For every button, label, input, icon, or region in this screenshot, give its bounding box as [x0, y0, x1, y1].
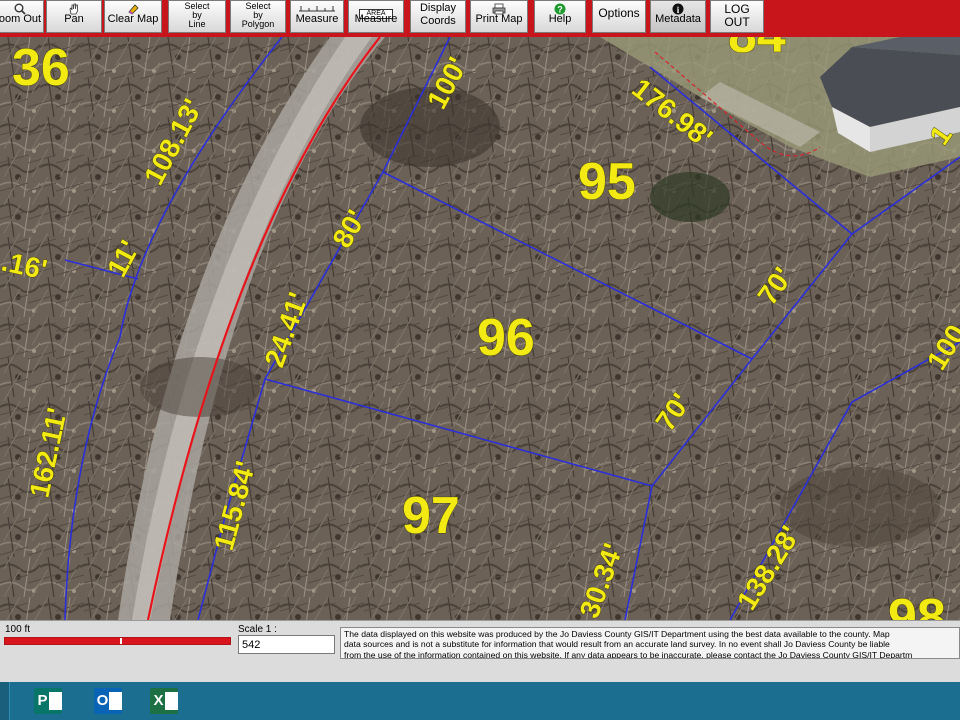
- disclaimer-line: The data displayed on this website was p…: [344, 629, 890, 639]
- select-by-line-label: Select by Line: [184, 1, 210, 29]
- lot-number-95: 95: [578, 153, 636, 211]
- logout-button[interactable]: LOG OUT: [710, 0, 764, 33]
- print-map-label: Print Map: [475, 13, 523, 25]
- lot-number-96: 96: [477, 309, 535, 367]
- options-button[interactable]: Options: [592, 0, 646, 33]
- metadata-button[interactable]: i Metadata: [650, 0, 706, 33]
- select-by-polygon-label: Select by Polygon: [241, 1, 275, 29]
- windows-taskbar: P O X: [0, 682, 960, 720]
- scale-label: Scale 1 :: [238, 624, 277, 635]
- disclaimer-box: The data displayed on this website was p…: [340, 627, 960, 659]
- lot-number-97: 97: [402, 487, 460, 545]
- scalebar-label: 100 ft: [5, 624, 31, 635]
- zoom-out-button[interactable]: oom Out: [0, 0, 44, 33]
- logout-label: LOG OUT: [724, 2, 750, 29]
- taskbar-excel[interactable]: X: [142, 682, 186, 720]
- clear-map-label: Clear Map: [107, 13, 159, 25]
- select-by-polygon-button[interactable]: Select by Polygon: [230, 0, 286, 33]
- display-coords-button[interactable]: Display Coords: [410, 0, 466, 33]
- clear-map-button[interactable]: Clear Map: [104, 0, 162, 33]
- scalebar-segment: [122, 638, 230, 644]
- display-coords-label: Display Coords: [419, 2, 457, 27]
- aerial-map[interactable]: 36 95 96 97 98 84 108.13' 11' .16' 162.1…: [0, 37, 960, 620]
- taskbar-edge: [0, 682, 10, 720]
- measure-distance-button[interactable]: Measure: [290, 0, 344, 33]
- help-label: Help: [548, 13, 572, 25]
- zoom-out-label: oom Out: [0, 13, 42, 25]
- measure-area-button[interactable]: AREA Measure: [348, 0, 404, 33]
- map-status-bar: 100 ft Scale 1 : The data displayed on t…: [0, 620, 960, 682]
- outlook-icon: O: [94, 688, 122, 714]
- scalebar-segment: [5, 638, 120, 644]
- disclaimer-line: from the use of the information containe…: [344, 649, 913, 659]
- select-by-line-button[interactable]: Select by Line: [168, 0, 226, 33]
- scale-input[interactable]: [238, 635, 335, 654]
- options-label: Options: [598, 6, 640, 20]
- print-map-button[interactable]: Print Map: [470, 0, 528, 33]
- taskbar-publisher[interactable]: P: [26, 682, 70, 720]
- disclaimer-line: data sources and is not a substitute for…: [344, 639, 890, 650]
- excel-icon: X: [150, 688, 178, 714]
- lot-number-98: 98: [888, 589, 946, 620]
- taskbar-outlook[interactable]: O: [86, 682, 130, 720]
- pan-label: Pan: [64, 13, 84, 25]
- publisher-icon: P: [34, 688, 62, 714]
- measure-distance-label: Measure: [295, 13, 339, 25]
- scalebar: [4, 637, 231, 645]
- measure-area-label: Measure: [354, 13, 398, 25]
- help-button[interactable]: ? Help: [534, 0, 586, 33]
- map-toolbar: oom Out Pan Clear Map Select by Line Sel…: [0, 0, 960, 37]
- lot-number-84: 84: [728, 37, 786, 64]
- lot-number-36: 36: [12, 39, 70, 97]
- metadata-label: Metadata: [655, 13, 701, 25]
- pan-button[interactable]: Pan: [46, 0, 102, 33]
